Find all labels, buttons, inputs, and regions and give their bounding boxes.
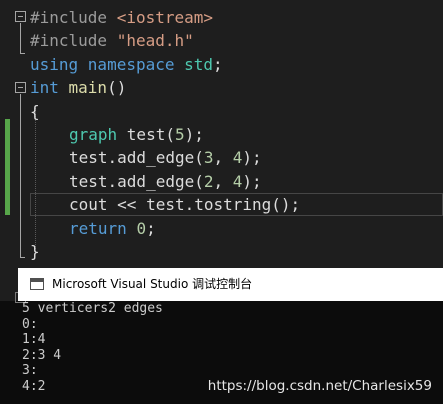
console-titlebar[interactable]: Microsoft Visual Studio 调试控制台 [18, 268, 443, 301]
code-token: test.add_edge( [69, 171, 204, 191]
code-token: test.add_edge( [69, 148, 204, 168]
code-token: , [213, 148, 233, 168]
code-text: test.add_edge(2, 4); [69, 170, 262, 193]
code-line[interactable]: test.add_edge(2, 4); [0, 170, 443, 193]
code-token: main [68, 78, 108, 98]
watermark: https://blog.csdn.net/Charlesix59 [207, 378, 432, 394]
code-line[interactable]: } [0, 240, 443, 263]
code-token: { [30, 101, 40, 121]
output-line: 5 verticers2 edges [22, 301, 163, 316]
code-line[interactable]: #include "head.h" [0, 29, 443, 52]
code-token: int [30, 78, 69, 98]
code-token: 3 [203, 148, 214, 168]
code-text: cout << test.tostring(); [69, 193, 300, 216]
code-line[interactable]: int main() [0, 76, 443, 99]
code-line[interactable]: #include <iostream> [0, 6, 443, 29]
code-token: 5 [174, 125, 185, 144]
output-line: 2:3 4 [22, 347, 62, 363]
code-token: 4 [232, 148, 243, 168]
code-token: 0 [136, 218, 147, 238]
code-token: test( [126, 125, 175, 144]
code-token: return [69, 218, 137, 238]
code-token: 2 [203, 171, 214, 191]
code-token: #include [30, 31, 117, 51]
code-token: std [184, 54, 214, 74]
code-token: , [213, 171, 233, 191]
code-token: ); [242, 148, 262, 168]
code-token: #include [30, 8, 117, 27]
code-line[interactable]: using namespace std; [0, 53, 443, 76]
code-text: { [30, 100, 40, 123]
code-token: ; [146, 218, 156, 238]
code-text: graph test(5); [69, 123, 204, 146]
code-token: <iostream> [116, 8, 214, 27]
code-token: using namespace [30, 54, 185, 74]
code-token: } [30, 242, 40, 261]
code-token: 4 [232, 171, 243, 191]
code-line[interactable]: return 0; [0, 217, 443, 240]
code-text: int main() [30, 76, 126, 99]
code-line[interactable]: graph test(5); [0, 123, 443, 146]
console-icon [30, 278, 44, 290]
code-token: ; [213, 54, 223, 74]
output-line: 1:4 [22, 332, 46, 347]
code-token: () [107, 78, 127, 98]
code-text: return 0; [69, 217, 156, 240]
code-token: ); [242, 171, 262, 191]
code-editor[interactable]: #include <iostream> #include "head.h" us… [0, 0, 443, 268]
code-token: ); [184, 125, 204, 144]
code-line[interactable]: cout << test.tostring(); [0, 193, 443, 216]
code-text: #include "head.h" [30, 29, 194, 52]
code-token: "head.h" [116, 31, 194, 51]
console-title: Microsoft Visual Studio 调试控制台 [52, 277, 253, 291]
code-line[interactable]: { [0, 100, 443, 123]
code-text: } [30, 240, 40, 263]
code-text: test.add_edge(3, 4); [69, 146, 262, 169]
code-text: using namespace std; [30, 53, 223, 76]
code-line[interactable]: test.add_edge(3, 4); [0, 146, 443, 169]
output-line: 0: [22, 316, 38, 332]
debug-console-window[interactable]: Microsoft Visual Studio 调试控制台 5 verticer… [0, 268, 443, 404]
code-text: #include <iostream> [30, 6, 213, 29]
output-line: 3: [22, 363, 38, 378]
code-token: cout << test.tostring(); [69, 195, 301, 215]
code-token: graph [69, 125, 127, 144]
